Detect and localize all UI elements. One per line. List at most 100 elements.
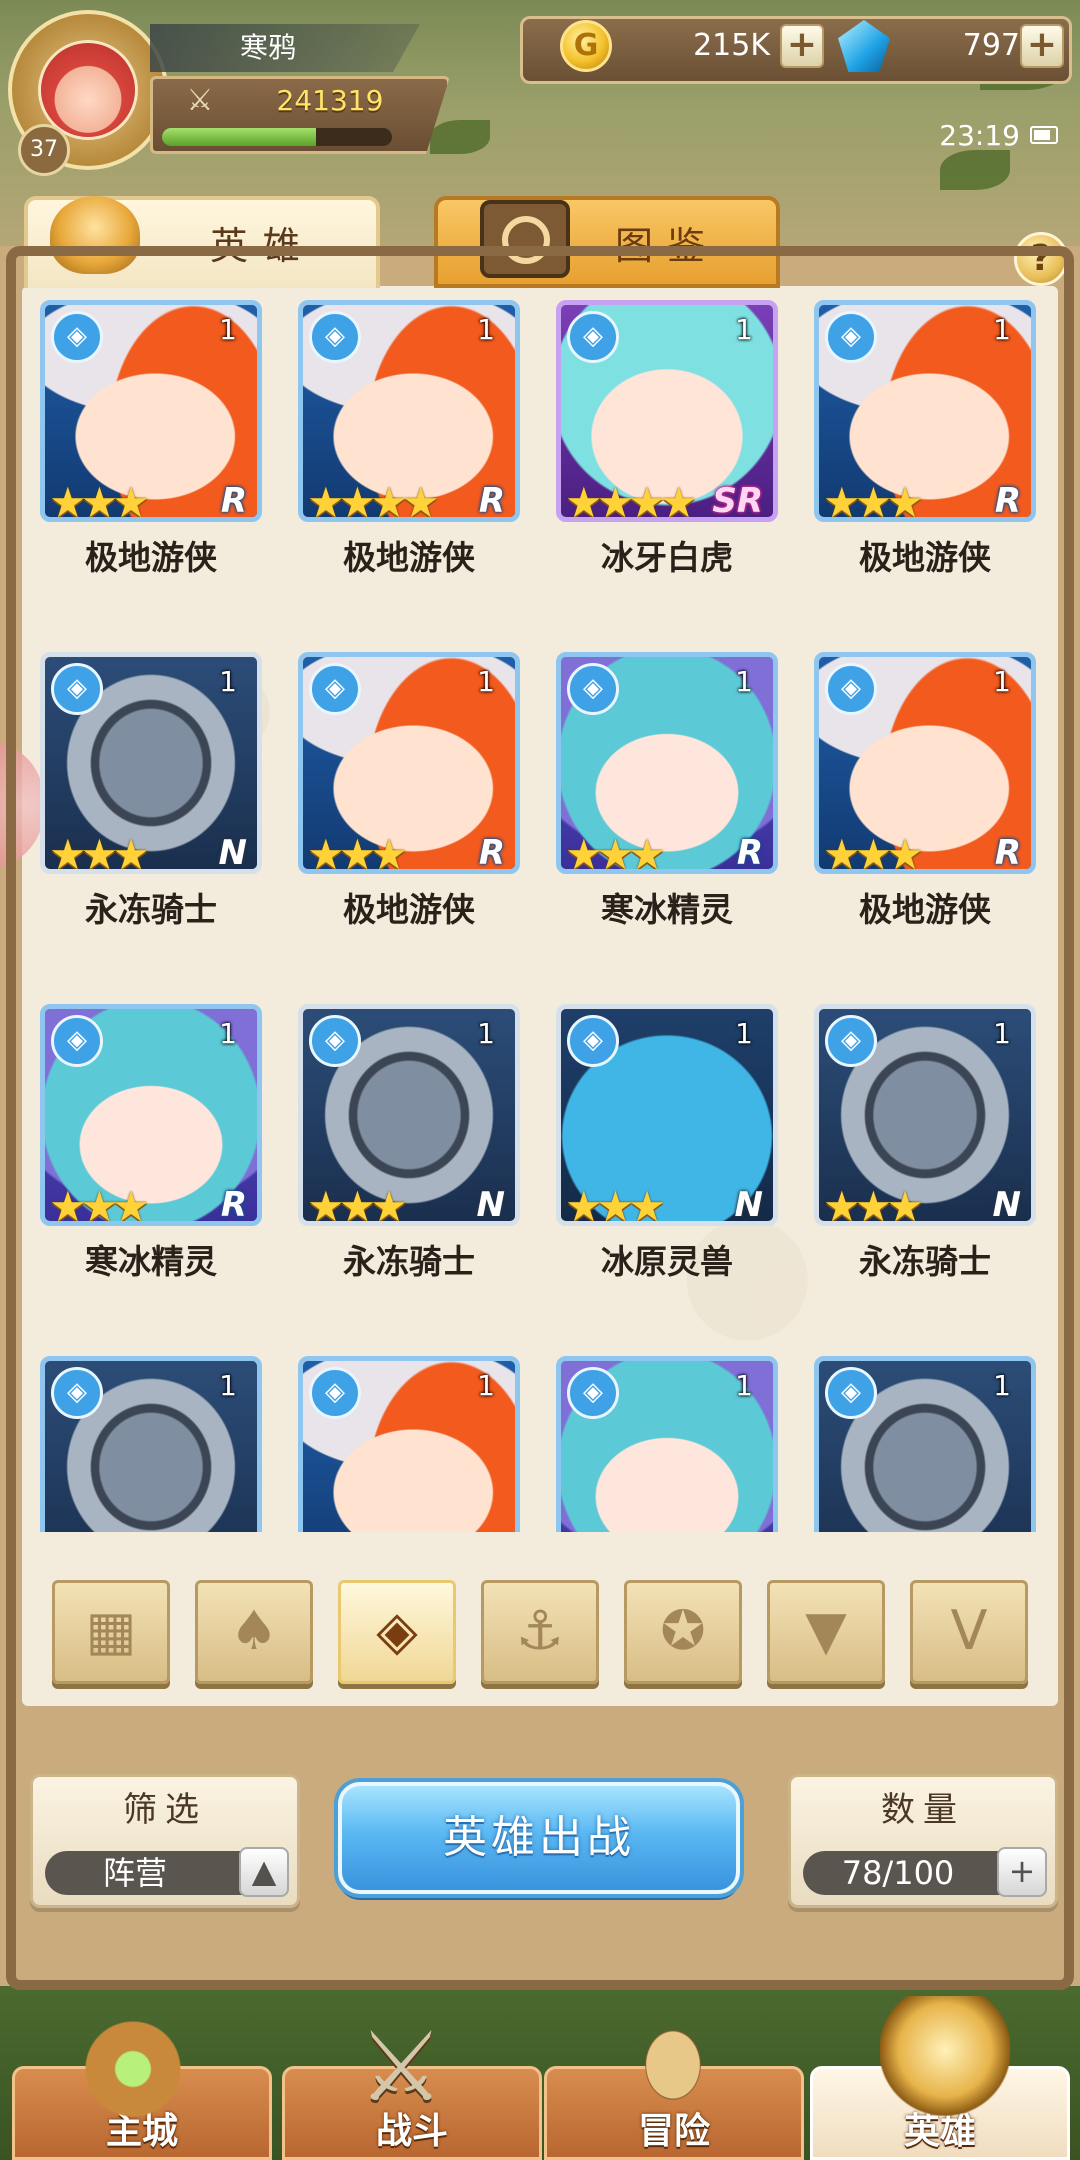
hero-card[interactable]: ◈ 1 ★★★ N 永冻骑士: [814, 1004, 1036, 1304]
hero-level: 1: [219, 1017, 237, 1050]
hero-stars: ★★★: [49, 1182, 150, 1226]
hero-name: 永冻骑士: [343, 1242, 475, 1281]
ice-faction-icon: ◈: [309, 663, 361, 715]
hero-name: 永冻骑士: [85, 890, 217, 929]
hero-stars: ★★★: [565, 830, 666, 874]
help-button[interactable]: ?: [1014, 232, 1068, 286]
ice-faction-icon: ◈: [825, 311, 877, 363]
hero-level: 1: [993, 313, 1011, 346]
hero-grid[interactable]: ◈ 1 ★★★ R 极地游侠 ◈ 1 ★★★★ R 极地游侠 ◈ 1 ★★★★ SR 冰牙白虎 ◈ 1 ★★★ R 极…: [22, 296, 1058, 1532]
hero-portrait: ◈ 1 ★★★ N: [814, 1004, 1036, 1226]
gold-coin-icon: G: [560, 20, 612, 72]
ice-faction-icon: ◈: [567, 1367, 619, 1419]
ice-faction-icon: ◈: [51, 663, 103, 715]
faction-filter-leaf-crest-button[interactable]: ♠: [195, 1580, 313, 1684]
hero-level: 1: [477, 313, 495, 346]
faction-filter-beast-head-button[interactable]: ✪: [624, 1580, 742, 1684]
hero-portrait: ◈ 1 ★★★ N: [298, 1004, 520, 1226]
hero-card[interactable]: ◈ 1 ★★★ R 极地游侠: [814, 300, 1036, 600]
hero-portrait: ◈ 1: [298, 1356, 520, 1532]
add-gold-button[interactable]: +: [780, 24, 824, 68]
hero-level: 1: [993, 1369, 1011, 1402]
hero-name: 极地游侠: [343, 890, 475, 929]
hero-name: 永冻骑士: [859, 1242, 991, 1281]
hero-card[interactable]: ◈ 1 ★★★ N 冰原灵兽: [556, 1004, 778, 1304]
hero-portrait: ◈ 1 ★★★★ SR: [556, 300, 778, 522]
hero-rarity: R: [220, 481, 247, 521]
player-level-badge: 37: [18, 124, 70, 176]
ice-faction-icon: ◈: [567, 663, 619, 715]
faction-filter-grid-button[interactable]: ▦: [52, 1580, 170, 1684]
hero-card[interactable]: ◈ 1 ★★★ R 极地游侠: [298, 652, 520, 952]
add-diamond-button[interactable]: +: [1020, 24, 1064, 68]
hero-rarity: N: [218, 833, 247, 873]
hero-card[interactable]: ◈ 1: [298, 1356, 520, 1532]
ice-faction-icon: ◈: [825, 663, 877, 715]
adventure-icon: [618, 2010, 728, 2120]
hero-card[interactable]: ◈ 1 ★★★ N 永冻骑士: [40, 652, 262, 952]
hero-card[interactable]: ◈ 1 ★★★ R 极地游侠: [814, 652, 1036, 952]
ice-faction-icon: ◈: [567, 311, 619, 363]
hero-card[interactable]: ◈ 1 ★★★ R 极地游侠: [40, 300, 262, 600]
magnifier-icon: [480, 200, 570, 278]
faction-filter-wing-crest-button[interactable]: V: [910, 1580, 1028, 1684]
player-name: 寒鸦: [150, 24, 420, 72]
hero-rarity: R: [478, 833, 505, 873]
hero-stars: ★★★: [49, 478, 150, 522]
hero-card[interactable]: ◈ 1: [40, 1356, 262, 1532]
ice-faction-icon: ◈: [309, 1367, 361, 1419]
filter-box: 筛选 阵营 ▲: [30, 1774, 300, 1908]
hero-rarity: R: [220, 1185, 247, 1225]
player-power: 241319: [276, 84, 384, 117]
ice-faction-icon: ◈: [825, 1015, 877, 1067]
hero-name: 冰原灵兽: [601, 1242, 733, 1281]
hero-portrait: ◈ 1: [556, 1356, 778, 1532]
crossed-swords-icon: ⚔: [186, 83, 214, 118]
hero-stars: ★★★★: [565, 478, 698, 522]
hero-card[interactable]: ◈ 1 ★★★★ SR 冰牙白虎: [556, 300, 778, 600]
beast-head-icon: ✪: [660, 1599, 706, 1662]
ice-faction-icon: ◈: [309, 311, 361, 363]
hero-portrait: ◈ 1: [814, 1356, 1036, 1532]
hero-portrait: ◈ 1 ★★★ R: [814, 652, 1036, 874]
hero-level: 1: [993, 665, 1011, 698]
hero-level: 1: [735, 1369, 753, 1402]
heroes-icon: [880, 1996, 1010, 2116]
hero-portrait: ◈ 1 ★★★ N: [40, 652, 262, 874]
hero-card[interactable]: ◈ 1 ★★★ R 寒冰精灵: [40, 1004, 262, 1304]
hero-stars: ★★★★: [307, 478, 440, 522]
demon-crest-icon: ▼: [805, 1599, 847, 1662]
ice-faction-icon: ◈: [51, 311, 103, 363]
hero-rarity: R: [736, 833, 763, 873]
hero-card[interactable]: ◈ 1 ★★★★ R 极地游侠: [298, 300, 520, 600]
faction-filter-row: ▦ ♠ ◈ ⚓ ✪ ▼ V: [52, 1580, 1032, 1688]
hero-card[interactable]: ◈ 1 ★★★ R 寒冰精灵: [556, 652, 778, 952]
hero-level: 1: [735, 1017, 753, 1050]
exp-bar-fill: [162, 128, 317, 146]
faction-filter-anchor-button[interactable]: ⚓: [481, 1580, 599, 1684]
filter-title: 筛选: [123, 1790, 207, 1830]
hero-rarity: N: [476, 1185, 505, 1225]
city-icon: [78, 2014, 188, 2124]
hero-card[interactable]: ◈ 1: [814, 1356, 1036, 1532]
faction-filter-demon-crest-button[interactable]: ▼: [767, 1580, 885, 1684]
leaf-crest-icon: ♠: [229, 1599, 279, 1662]
hero-portrait: ◈ 1 ★★★ N: [556, 1004, 778, 1226]
hero-level: 1: [735, 665, 753, 698]
hero-card[interactable]: ◈ 1: [556, 1356, 778, 1532]
hero-rarity: R: [994, 833, 1021, 873]
ice-faction-icon: ◈: [51, 1015, 103, 1067]
faction-filter-ice-crest-button[interactable]: ◈: [338, 1580, 456, 1684]
hero-card[interactable]: ◈ 1 ★★★ N 永冻骑士: [298, 1004, 520, 1304]
hero-rarity: R: [478, 481, 505, 521]
hero-stars: ★★★: [823, 478, 924, 522]
hero-stars: ★★★: [565, 1182, 666, 1226]
hero-level: 1: [993, 1017, 1011, 1050]
hero-name: 冰牙白虎: [601, 538, 733, 577]
deploy-heroes-button[interactable]: 英雄出战: [338, 1782, 740, 1894]
hero-portrait: ◈ 1 ★★★ R: [40, 300, 262, 522]
hero-stars: ★★★: [307, 1182, 408, 1226]
filter-toggle-button[interactable]: ▲: [239, 1847, 289, 1897]
hero-portrait: ◈ 1 ★★★ R: [556, 652, 778, 874]
expand-capacity-button[interactable]: +: [997, 1847, 1047, 1897]
